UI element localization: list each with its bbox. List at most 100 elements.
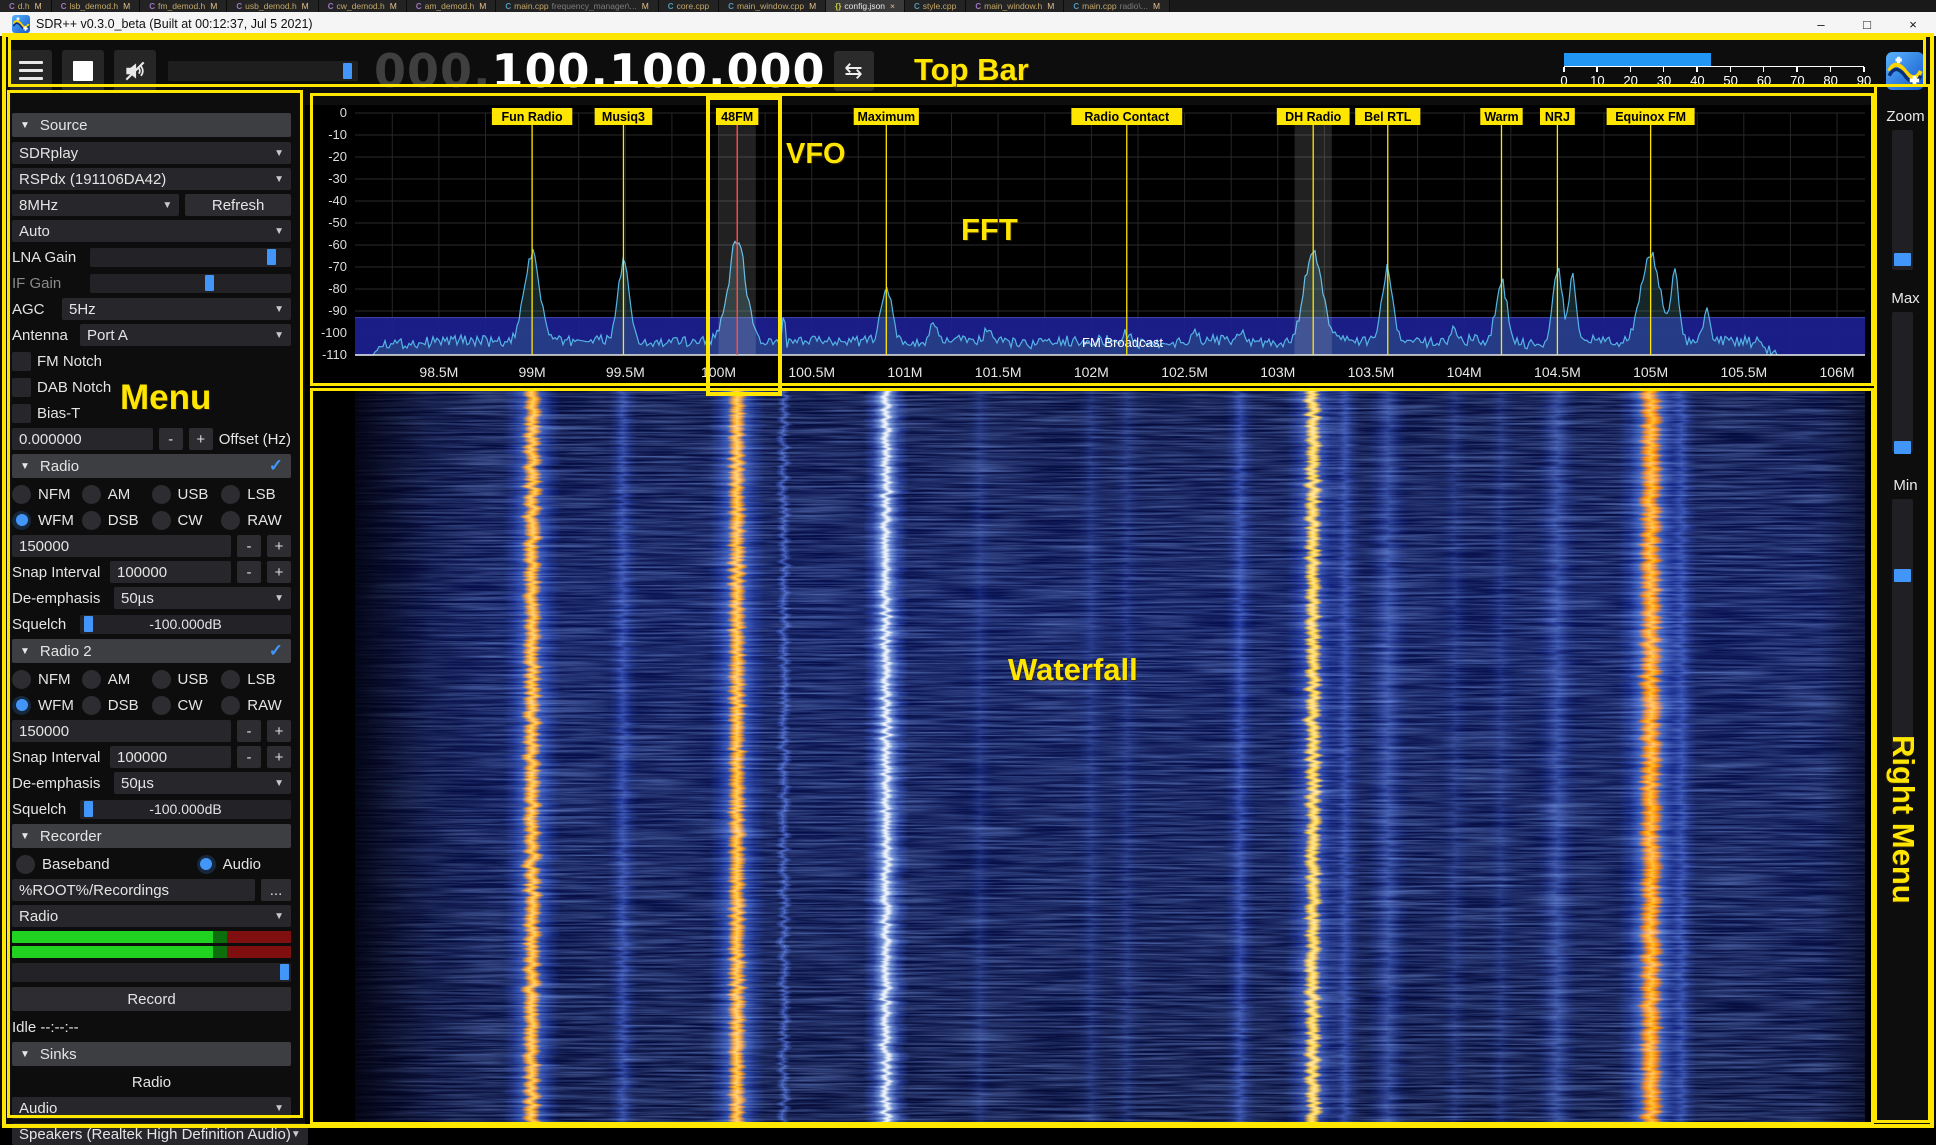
bandwidth-select[interactable]: Auto▼ bbox=[12, 220, 291, 242]
station-badge[interactable]: NRJ bbox=[1540, 108, 1575, 125]
maximize-button[interactable]: □ bbox=[1844, 17, 1890, 32]
snap-plus-button[interactable]: + bbox=[267, 561, 291, 583]
mode-raw[interactable]: RAW bbox=[221, 509, 291, 531]
recorder-volume-slider[interactable] bbox=[12, 963, 291, 982]
station-badge[interactable]: DH Radio bbox=[1277, 108, 1350, 125]
stop-button[interactable] bbox=[62, 50, 104, 92]
section-header-radio[interactable]: ▼ Radio ✓ bbox=[12, 454, 291, 478]
agc-select[interactable]: 5Hz▼ bbox=[62, 298, 291, 320]
radio2-bandwidth-input[interactable]: 150000 bbox=[12, 720, 231, 742]
mode-nfm[interactable]: NFM bbox=[12, 668, 82, 690]
snap-plus-button[interactable]: + bbox=[267, 746, 291, 768]
lna-gain-slider[interactable] bbox=[90, 248, 291, 267]
mode-cw[interactable]: CW bbox=[152, 509, 222, 531]
waterfall-display[interactable] bbox=[305, 390, 1875, 1126]
bandwidth-plus-button[interactable]: + bbox=[267, 535, 291, 557]
editor-tab-lsb-demod-h[interactable]: Clsb_demod.hM bbox=[52, 0, 141, 12]
section-header-sinks[interactable]: ▼ Sinks bbox=[12, 1042, 291, 1066]
antenna-select[interactable]: Port A▼ bbox=[80, 324, 291, 346]
mode-dsb[interactable]: DSB bbox=[82, 509, 152, 531]
mode-raw[interactable]: RAW bbox=[221, 694, 291, 716]
recorder-mode-baseband[interactable]: Baseband bbox=[16, 853, 110, 875]
offset-plus-button[interactable]: + bbox=[189, 428, 213, 450]
recorder-stream-select[interactable]: Radio▼ bbox=[12, 905, 291, 927]
menu-toggle-button[interactable] bbox=[10, 50, 52, 92]
mode-wfm-selected[interactable]: WFM bbox=[12, 509, 82, 531]
waterfall-plot[interactable] bbox=[355, 390, 1865, 1126]
min-slider[interactable] bbox=[1892, 499, 1913, 749]
record-button[interactable]: Record bbox=[12, 987, 291, 1011]
station-badge[interactable]: Equinox FM bbox=[1607, 108, 1695, 125]
editor-tab-d-h[interactable]: Cd.hM bbox=[0, 0, 52, 12]
mode-usb[interactable]: USB bbox=[152, 668, 222, 690]
editor-tab-am-demod-h[interactable]: Cam_demod.hM bbox=[407, 0, 497, 12]
bandwidth-minus-button[interactable]: - bbox=[237, 535, 261, 557]
snap-minus-button[interactable]: - bbox=[237, 746, 261, 768]
source-driver-select[interactable]: SDRplay▼ bbox=[12, 142, 291, 164]
recorder-path-input[interactable]: %ROOT%/Recordings bbox=[12, 879, 255, 901]
dab-notch-checkbox[interactable] bbox=[12, 378, 31, 397]
zoom-slider[interactable] bbox=[1892, 130, 1913, 270]
radio1-deemphasis-select[interactable]: 50µs▼ bbox=[114, 587, 291, 609]
max-slider[interactable] bbox=[1892, 312, 1913, 452]
section-header-source[interactable]: ▼ Source bbox=[12, 113, 291, 137]
section-header-recorder[interactable]: ▼ Recorder bbox=[12, 824, 291, 848]
close-button[interactable]: × bbox=[1890, 17, 1936, 32]
editor-tab-core-cpp[interactable]: Ccore.cpp bbox=[659, 0, 719, 12]
volume-slider[interactable] bbox=[168, 61, 358, 81]
enabled-check-icon[interactable]: ✓ bbox=[269, 641, 283, 661]
browse-button[interactable]: ... bbox=[261, 879, 291, 901]
radio1-snap-input[interactable]: 100000 bbox=[110, 561, 231, 583]
mode-usb[interactable]: USB bbox=[152, 483, 222, 505]
station-badge[interactable]: Musiq3 bbox=[595, 108, 653, 125]
radio1-squelch-slider[interactable]: -100.000dB bbox=[80, 615, 291, 634]
fft-display[interactable]: 0-10-20-30-40-50-60-70-80-90-100-110FM B… bbox=[305, 105, 1875, 390]
editor-tab-style-cpp[interactable]: Cstyle.cpp bbox=[905, 0, 966, 12]
mode-lsb[interactable]: LSB bbox=[221, 668, 291, 690]
bandwidth-minus-button[interactable]: - bbox=[237, 720, 261, 742]
station-badge[interactable]: Bel RTL bbox=[1355, 108, 1420, 125]
station-badge[interactable]: Fun Radio bbox=[492, 108, 572, 125]
mode-nfm[interactable]: NFM bbox=[12, 483, 82, 505]
station-badge[interactable]: Radio Contact bbox=[1071, 108, 1182, 125]
sink-type-select[interactable]: Audio▼ bbox=[12, 1097, 291, 1119]
bias-t-checkbox[interactable] bbox=[12, 404, 31, 423]
editor-tab-usb-demod-h[interactable]: Cusb_demod.hM bbox=[227, 0, 318, 12]
samplerate-select[interactable]: 8MHz▼ bbox=[12, 194, 179, 216]
minimize-button[interactable]: – bbox=[1798, 17, 1844, 32]
snap-minus-button[interactable]: - bbox=[237, 561, 261, 583]
radio2-snap-input[interactable]: 100000 bbox=[110, 746, 231, 768]
section-header-radio2[interactable]: ▼ Radio 2 ✓ bbox=[12, 639, 291, 663]
bandwidth-plus-button[interactable]: + bbox=[267, 720, 291, 742]
editor-tab-config-json[interactable]: {}config.json× bbox=[826, 0, 905, 12]
fm-notch-checkbox[interactable] bbox=[12, 352, 31, 371]
mode-dsb[interactable]: DSB bbox=[82, 694, 152, 716]
editor-tab-main-window-cpp[interactable]: Cmain_window.cppM bbox=[719, 0, 826, 12]
station-badge[interactable]: Warm bbox=[1480, 108, 1522, 125]
enabled-check-icon[interactable]: ✓ bbox=[269, 456, 283, 476]
source-device-select[interactable]: RSPdx (191106DA42)▼ bbox=[12, 168, 291, 190]
if-gain-slider[interactable] bbox=[90, 274, 291, 293]
refresh-button[interactable]: Refresh bbox=[185, 194, 291, 216]
frequency-display[interactable]: 000.100.100.000 bbox=[374, 48, 826, 94]
editor-tab-main-window-h[interactable]: Cmain_window.hM bbox=[966, 0, 1064, 12]
editor-tab-main-cpp[interactable]: Cmain.cppfrequency_manager\...M bbox=[496, 0, 658, 12]
radio1-bandwidth-input[interactable]: 150000 bbox=[12, 535, 231, 557]
mode-cw[interactable]: CW bbox=[152, 694, 222, 716]
mode-wfm-selected[interactable]: WFM bbox=[12, 694, 82, 716]
mode-am[interactable]: AM bbox=[82, 483, 152, 505]
recorder-mode-audio-selected[interactable]: Audio bbox=[197, 853, 261, 875]
sink-device-select[interactable]: Speakers (Realtek High Definition Audio)… bbox=[12, 1123, 308, 1145]
editor-tab-main-cpp[interactable]: Cmain.cppradio\...M bbox=[1064, 0, 1170, 12]
offset-input[interactable]: 0.000000 bbox=[12, 428, 153, 450]
mode-am[interactable]: AM bbox=[82, 668, 152, 690]
station-badge[interactable]: 48FM bbox=[716, 108, 758, 125]
vfo-swap-button[interactable]: ⇆ bbox=[834, 51, 874, 91]
volume-slider-handle[interactable] bbox=[343, 63, 352, 79]
radio2-deemphasis-select[interactable]: 50µs▼ bbox=[114, 772, 291, 794]
mode-lsb[interactable]: LSB bbox=[221, 483, 291, 505]
editor-tab-fm-demod-h[interactable]: Cfm_demod.hM bbox=[140, 0, 227, 12]
editor-tab-cw-demod-h[interactable]: Ccw_demod.hM bbox=[319, 0, 407, 12]
radio2-squelch-slider[interactable]: -100.000dB bbox=[80, 800, 291, 819]
mute-button[interactable] bbox=[114, 50, 156, 92]
